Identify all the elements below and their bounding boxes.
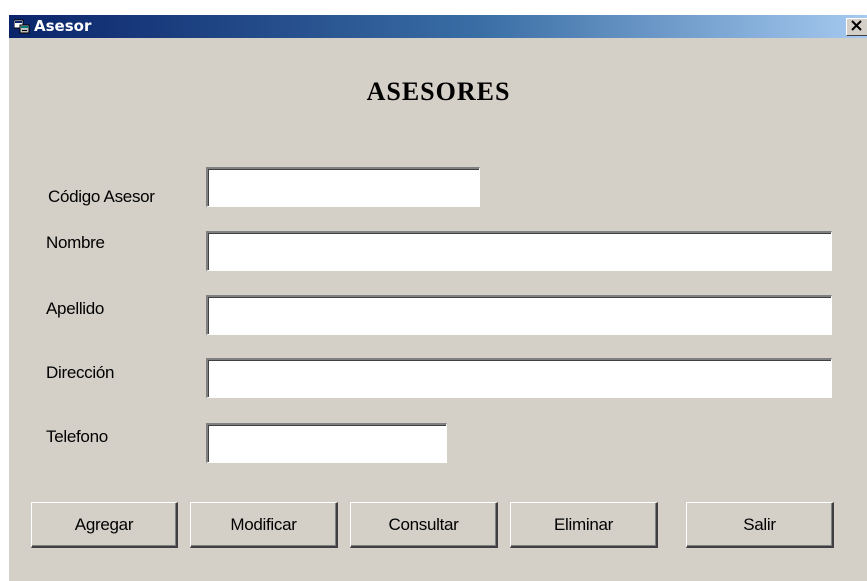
salir-button[interactable]: Salir — [686, 502, 834, 548]
consultar-button[interactable]: Consultar — [350, 502, 498, 548]
apellido-label: Apellido — [46, 299, 105, 318]
modificar-button[interactable]: Modificar — [190, 502, 338, 548]
eliminar-button[interactable]: Eliminar — [510, 502, 658, 548]
agregar-button[interactable]: Agregar — [31, 502, 178, 548]
direccion-input[interactable] — [206, 358, 832, 398]
codigo-asesor-input[interactable] — [206, 167, 480, 207]
nombre-input[interactable] — [206, 231, 832, 271]
codigo-asesor-label: Código Asesor — [48, 187, 155, 206]
telefono-label: Telefono — [46, 427, 108, 446]
form-window-icon — [13, 19, 30, 34]
close-x-icon — [851, 18, 863, 36]
title-bar[interactable]: Asesor — [9, 15, 867, 38]
close-button[interactable] — [846, 18, 867, 36]
form-heading: ASESORES — [366, 77, 511, 106]
window-title: Asesor — [34, 17, 92, 35]
nombre-label: Nombre — [46, 233, 105, 252]
direccion-label: Dirección — [46, 363, 115, 382]
telefono-input[interactable] — [206, 423, 447, 463]
apellido-input[interactable] — [206, 295, 832, 335]
asesor-window: Asesor ASESORES Código Asesor Nombre Ape… — [8, 14, 867, 581]
